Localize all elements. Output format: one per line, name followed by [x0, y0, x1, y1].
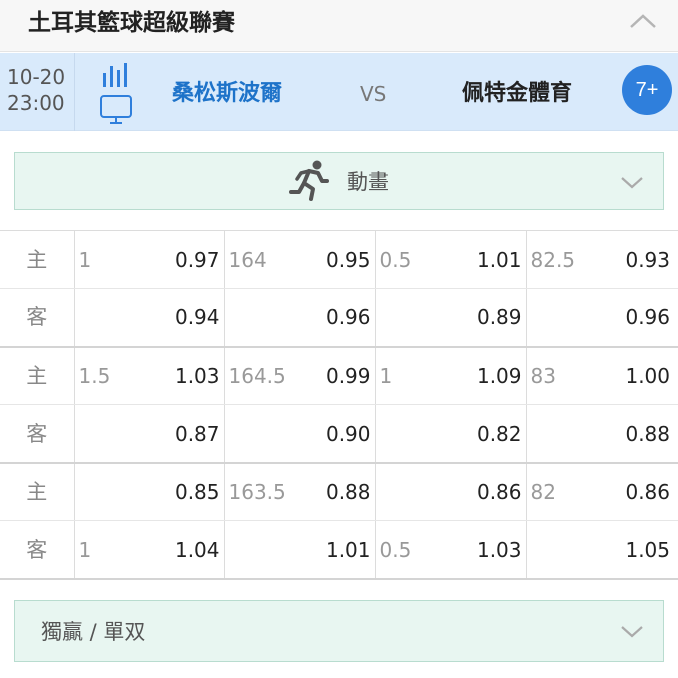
- odds-value[interactable]: 0.94: [124, 288, 225, 348]
- divider: [74, 53, 75, 131]
- handicap-line: 82: [526, 462, 586, 522]
- handicap-line: [526, 404, 586, 464]
- odds-table: 主 1 0.97 164 0.95 0.5 1.01 82.5 0.93 客 0.94 0.96 0.8…: [0, 230, 678, 581]
- side-label: 客: [0, 520, 75, 581]
- odds-row: 客 0.87 0.90 0.82 0.88: [0, 404, 678, 464]
- side-label: 主: [0, 346, 75, 406]
- match-date: 10-20: [7, 65, 66, 89]
- match-datetime: 10-20 23:00: [7, 64, 67, 116]
- odds-value[interactable]: 1.00: [586, 346, 678, 406]
- odds-value[interactable]: 0.93: [586, 230, 678, 290]
- odds-value[interactable]: 0.96: [284, 288, 376, 348]
- odds-row: 客 1 1.04 1.01 0.5 1.03 1.05: [0, 520, 678, 581]
- handicap-line: 1: [74, 520, 124, 581]
- odds-value[interactable]: 0.89: [435, 288, 527, 348]
- odds-value[interactable]: 1.01: [284, 520, 376, 581]
- side-label: 主: [0, 230, 75, 290]
- odds-value[interactable]: 0.88: [284, 462, 376, 522]
- handicap-line: [74, 462, 124, 522]
- handicap-line: [375, 404, 435, 464]
- odds-value[interactable]: 1.03: [124, 346, 225, 406]
- odds-value[interactable]: 0.99: [284, 346, 376, 406]
- handicap-line: [224, 404, 284, 464]
- stats-icon[interactable]: [98, 61, 136, 89]
- odds-value[interactable]: 1.09: [435, 346, 527, 406]
- side-label: 客: [0, 404, 75, 464]
- handicap-line: [224, 288, 284, 348]
- odds-value[interactable]: 0.88: [586, 404, 678, 464]
- chevron-up-icon[interactable]: [628, 9, 658, 33]
- odds-value[interactable]: 0.96: [586, 288, 678, 348]
- match-time: 23:00: [7, 91, 65, 115]
- handicap-line: [375, 462, 435, 522]
- handicap-line: 82.5: [526, 230, 586, 290]
- handicap-line: [526, 288, 586, 348]
- moneyline-odd-even-label: 獨贏 / 單双: [41, 620, 146, 644]
- odds-value[interactable]: 1.01: [435, 230, 527, 290]
- league-header[interactable]: 土耳其籃球超級聯賽: [0, 0, 678, 52]
- moneyline-odd-even-bar[interactable]: 獨贏 / 單双: [14, 600, 664, 662]
- odds-body: 主 1 0.97 164 0.95 0.5 1.01 82.5 0.93 客 0.94 0.96 0.8…: [0, 230, 678, 581]
- odds-value[interactable]: 0.87: [124, 404, 225, 464]
- odds-value[interactable]: 0.82: [435, 404, 527, 464]
- odds-value[interactable]: 1.03: [435, 520, 527, 581]
- handicap-line: 0.5: [375, 520, 435, 581]
- home-team: 桑松斯波爾: [172, 81, 283, 106]
- chevron-down-icon[interactable]: [619, 624, 645, 640]
- animation-label: 動畫: [347, 170, 389, 194]
- odds-value[interactable]: 0.86: [435, 462, 527, 522]
- league-title: 土耳其籃球超級聯賽: [28, 10, 235, 36]
- odds-row: 主 1 0.97 164 0.95 0.5 1.01 82.5 0.93: [0, 230, 678, 290]
- handicap-line: [526, 520, 586, 581]
- media-icons: [98, 61, 136, 127]
- odds-value[interactable]: 1.05: [586, 520, 678, 581]
- handicap-line: 1.5: [74, 346, 124, 406]
- running-man-icon: [289, 160, 329, 201]
- handicap-line: [74, 288, 124, 348]
- match-row[interactable]: 10-20 23:00 桑松斯波爾 VS 佩特金體育: [0, 53, 678, 131]
- odds-value[interactable]: 0.97: [124, 230, 225, 290]
- odds-value[interactable]: 0.85: [124, 462, 225, 522]
- odds-row: 主 0.85 163.5 0.88 0.86 82 0.86: [0, 462, 678, 522]
- handicap-line: 1: [375, 346, 435, 406]
- side-label: 主: [0, 462, 75, 522]
- vs-label: VS: [360, 82, 387, 106]
- chevron-down-icon[interactable]: [619, 175, 645, 191]
- handicap-line: [74, 404, 124, 464]
- odds-value[interactable]: 0.95: [284, 230, 376, 290]
- more-markets-badge[interactable]: 7+: [622, 65, 672, 115]
- odds-row: 客 0.94 0.96 0.89 0.96: [0, 288, 678, 348]
- handicap-line: [375, 288, 435, 348]
- side-label: 客: [0, 288, 75, 348]
- odds-row: 主 1.5 1.03 164.5 0.99 1 1.09 83 1.00: [0, 346, 678, 406]
- handicap-line: 164.5: [224, 346, 286, 406]
- handicap-line: 0.5: [375, 230, 435, 290]
- handicap-line: 164: [224, 230, 284, 290]
- animation-bar[interactable]: 動畫: [14, 152, 664, 210]
- handicap-line: 83: [526, 346, 586, 406]
- odds-value[interactable]: 0.90: [284, 404, 376, 464]
- odds-value[interactable]: 1.04: [124, 520, 225, 581]
- tv-icon[interactable]: [98, 93, 136, 127]
- odds-value[interactable]: 0.86: [586, 462, 678, 522]
- away-team: 佩特金體育: [462, 81, 573, 106]
- handicap-line: [224, 520, 284, 581]
- handicap-line: 163.5: [224, 462, 286, 522]
- handicap-line: 1: [74, 230, 124, 290]
